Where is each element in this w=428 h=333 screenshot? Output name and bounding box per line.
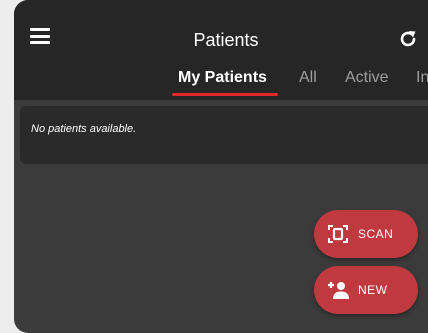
- app-screen: Patients My Patients All Active In No pa…: [14, 0, 428, 333]
- new-button-label: NEW: [358, 283, 388, 297]
- empty-state-message: No patients available.: [31, 123, 137, 135]
- active-tab-indicator: [172, 93, 278, 96]
- app-header: Patients My Patients All Active In: [14, 0, 428, 100]
- scan-button-label: SCAN: [358, 227, 394, 241]
- patient-list-empty-card: No patients available.: [20, 106, 428, 164]
- scan-icon: [326, 223, 350, 245]
- tab-in[interactable]: In: [416, 68, 428, 88]
- tab-active[interactable]: Active: [345, 68, 389, 88]
- tab-all[interactable]: All: [299, 68, 317, 88]
- scan-button[interactable]: SCAN: [314, 210, 418, 258]
- add-person-icon: [326, 279, 350, 301]
- tab-my-patients[interactable]: My Patients: [178, 68, 267, 88]
- page-title: Patients: [193, 30, 259, 50]
- refresh-icon[interactable]: [397, 28, 419, 50]
- new-patient-button[interactable]: NEW: [314, 266, 418, 314]
